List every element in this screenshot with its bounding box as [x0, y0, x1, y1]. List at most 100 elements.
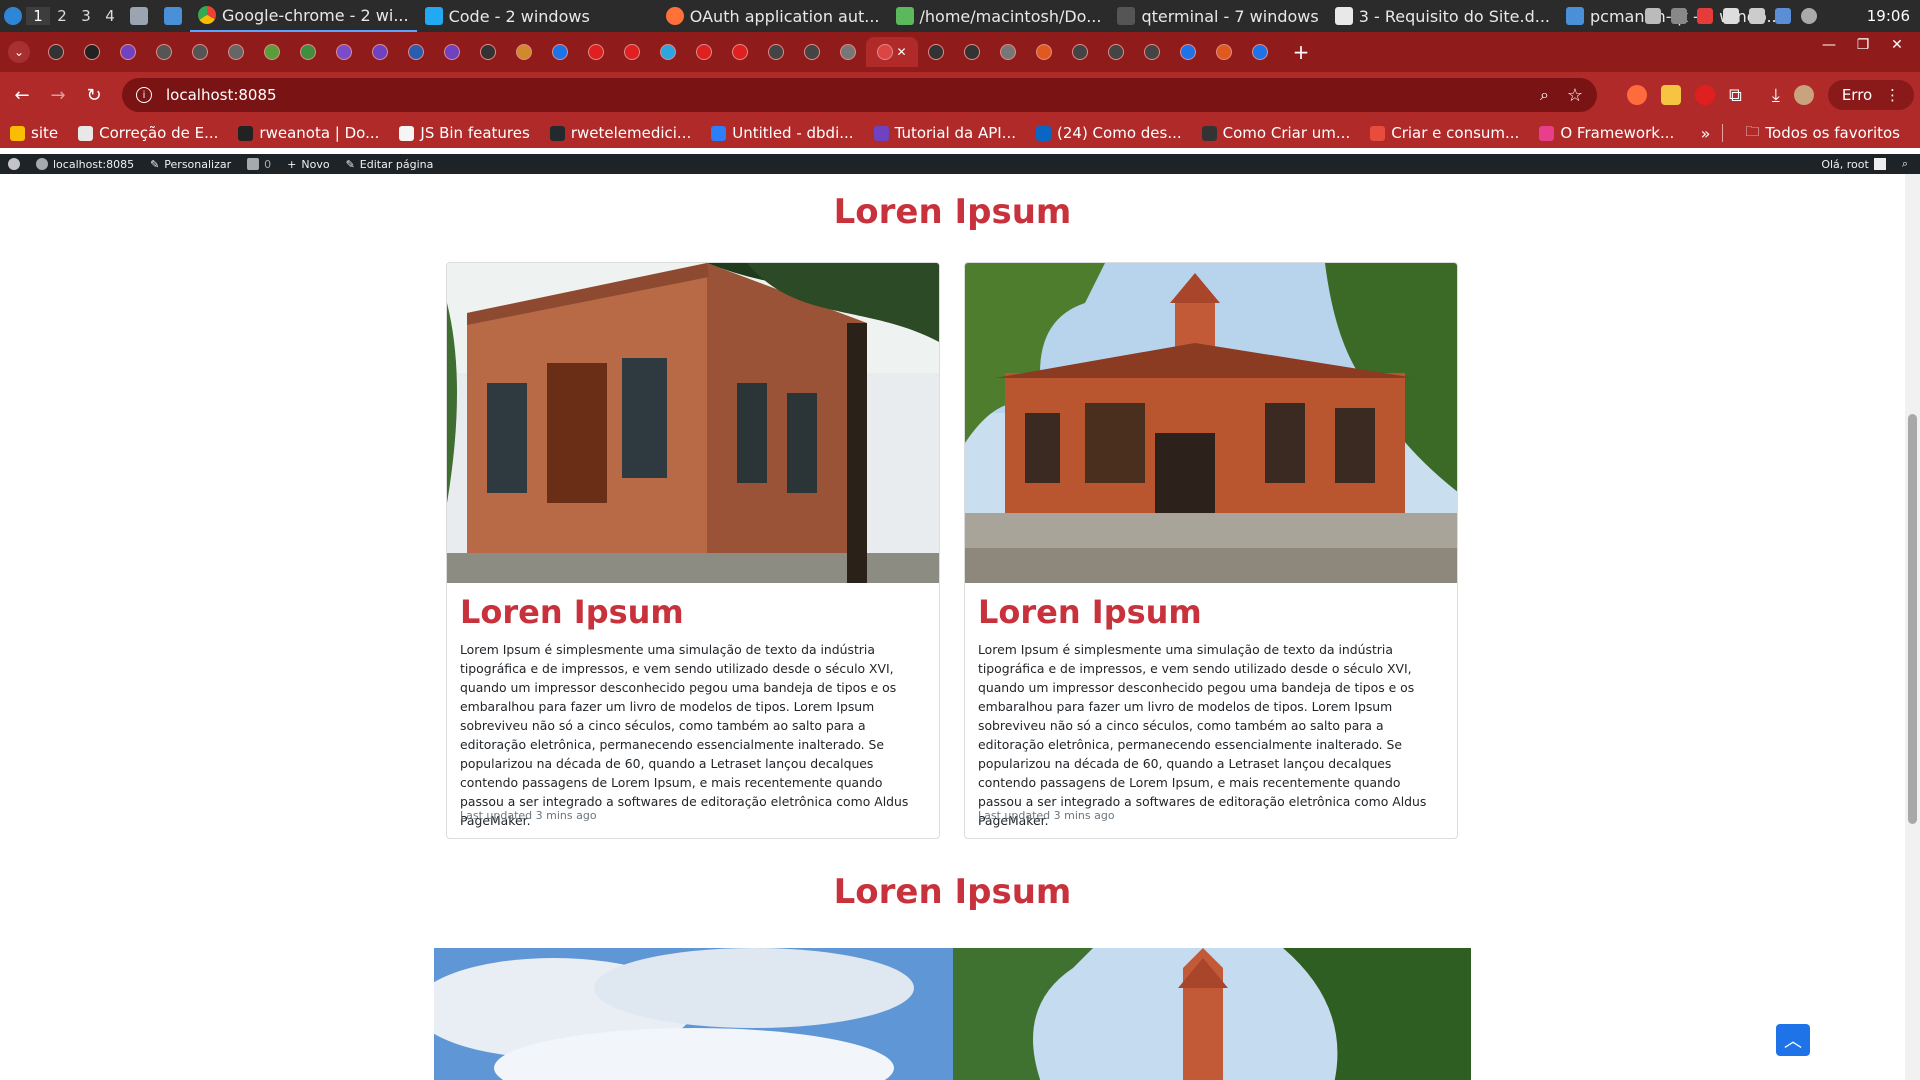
- taskbar-window-chrome[interactable]: Google-chrome - 2 wi...: [190, 0, 417, 32]
- browser-tab[interactable]: [794, 37, 830, 67]
- bookmark-item[interactable]: site: [0, 124, 68, 142]
- menu-launcher-icon[interactable]: [0, 0, 26, 32]
- bookmark-item[interactable]: Correção de E...: [68, 124, 228, 142]
- wp-site-link[interactable]: localhost:8085: [28, 158, 142, 171]
- browser-tab[interactable]: ✕: [866, 37, 918, 67]
- browser-tab[interactable]: [38, 37, 74, 67]
- workspace-1[interactable]: 1: [26, 7, 50, 25]
- bookmark-item[interactable]: O Framework...: [1529, 124, 1684, 142]
- browser-tab[interactable]: [1134, 37, 1170, 67]
- browser-tab[interactable]: [290, 37, 326, 67]
- forward-arrow-icon[interactable]: →: [40, 77, 76, 113]
- tab-search-chevron-down-icon[interactable]: ⌄: [8, 41, 30, 63]
- browser-tab[interactable]: [470, 37, 506, 67]
- clock[interactable]: 19:06: [1867, 7, 1910, 25]
- page-scrollbar[interactable]: [1905, 174, 1920, 1080]
- bookmark-star-icon[interactable]: ☆: [1567, 85, 1583, 106]
- browser-tab[interactable]: [326, 37, 362, 67]
- taskbar-window-vscode[interactable]: Code - 2 windows: [417, 0, 598, 32]
- bookmark-item[interactable]: rwetelemedici...: [540, 124, 701, 142]
- wp-customize-link[interactable]: ✎ Personalizar: [142, 158, 239, 171]
- browser-tab[interactable]: [1026, 37, 1062, 67]
- extension-hand-icon[interactable]: [1694, 85, 1715, 105]
- browser-tab[interactable]: [1098, 37, 1134, 67]
- browser-tab[interactable]: [650, 37, 686, 67]
- browser-tab[interactable]: [218, 37, 254, 67]
- browser-tab[interactable]: [506, 37, 542, 67]
- taskbar-window-document[interactable]: 3 - Requisito do Site.d...: [1327, 0, 1558, 32]
- back-arrow-icon[interactable]: ←: [4, 77, 40, 113]
- browser-tab[interactable]: [1242, 37, 1278, 67]
- wifi-icon[interactable]: [1748, 8, 1765, 24]
- browser-tab[interactable]: [686, 37, 722, 67]
- all-bookmarks-folder[interactable]: 🗀 Todos os favoritos: [1735, 121, 1910, 145]
- browser-tab[interactable]: [830, 37, 866, 67]
- browser-tab[interactable]: [182, 37, 218, 67]
- browser-tab[interactable]: [1170, 37, 1206, 67]
- bookmark-item[interactable]: Criar e consum...: [1360, 124, 1529, 142]
- close-tab-icon[interactable]: ✕: [896, 45, 906, 59]
- browser-tab[interactable]: [918, 37, 954, 67]
- extension-fire-icon[interactable]: [1626, 85, 1647, 105]
- taskbar-window-firefox[interactable]: OAuth application aut...: [658, 0, 888, 32]
- desktop-launcher-icon[interactable]: [156, 0, 190, 32]
- bookmark-item[interactable]: (24) Como des...: [1026, 124, 1192, 142]
- browser-tab[interactable]: [1062, 37, 1098, 67]
- wp-search-icon[interactable]: ⌕: [1894, 157, 1920, 171]
- extensions-puzzle-icon[interactable]: ⧉: [1729, 85, 1742, 106]
- scrollbar-thumb[interactable]: [1908, 414, 1917, 824]
- anydesk-icon[interactable]: [1696, 8, 1713, 24]
- bookmark-item[interactable]: Tutorial da API...: [864, 124, 1026, 142]
- site-info-icon[interactable]: i: [136, 87, 152, 103]
- workspace-4[interactable]: 4: [98, 7, 122, 25]
- browser-tab[interactable]: [362, 37, 398, 67]
- browser-tab[interactable]: [254, 37, 290, 67]
- wp-edit-page-link[interactable]: ✎ Editar página: [338, 158, 442, 171]
- taskbar-window-terminal[interactable]: qterminal - 7 windows: [1109, 0, 1326, 32]
- browser-tab[interactable]: [722, 37, 758, 67]
- tray-app-icon[interactable]: [1644, 8, 1661, 24]
- restore-icon[interactable]: ❐: [1846, 37, 1880, 53]
- download-icon[interactable]: ⤓: [1772, 85, 1780, 106]
- browser-tab[interactable]: [954, 37, 990, 67]
- browser-tab[interactable]: [434, 37, 470, 67]
- bookmarks-overflow-chevron-icon[interactable]: »: [1701, 124, 1711, 143]
- wp-account-menu[interactable]: Olá, root: [1813, 158, 1894, 171]
- update-icon[interactable]: [1774, 8, 1791, 24]
- minimize-icon[interactable]: —: [1812, 37, 1846, 53]
- browser-tab[interactable]: [990, 37, 1026, 67]
- browser-tab[interactable]: [1206, 37, 1242, 67]
- bookmark-item[interactable]: rweanota | Do...: [228, 124, 389, 142]
- workspace-3[interactable]: 3: [74, 7, 98, 25]
- wordpress-logo-icon[interactable]: [0, 158, 28, 170]
- kebab-menu-icon[interactable]: ⋮: [1885, 86, 1900, 104]
- reload-icon[interactable]: ↻: [76, 77, 112, 113]
- bookmark-item[interactable]: JS Bin features: [389, 124, 539, 142]
- avatar[interactable]: [1793, 85, 1814, 105]
- browser-tab[interactable]: [542, 37, 578, 67]
- browser-tab[interactable]: [398, 37, 434, 67]
- browser-tab[interactable]: [758, 37, 794, 67]
- close-window-icon[interactable]: ✕: [1880, 37, 1914, 53]
- bookmark-item[interactable]: Como Criar um...: [1192, 124, 1361, 142]
- browser-tab[interactable]: [74, 37, 110, 67]
- taskbar-window-image-viewer[interactable]: /home/macintosh/Do...: [888, 0, 1110, 32]
- profile-error-button[interactable]: Erro ⋮: [1827, 80, 1914, 110]
- extension-square-icon[interactable]: [1660, 85, 1681, 105]
- clipboard-icon[interactable]: [1722, 8, 1739, 24]
- wp-new-link[interactable]: + Novo: [279, 158, 337, 171]
- volume-muted-icon[interactable]: [1670, 8, 1687, 24]
- bookmark-item[interactable]: Untitled - dbdi...: [701, 124, 863, 142]
- file-manager-launcher-icon[interactable]: [122, 0, 156, 32]
- address-bar[interactable]: i localhost:8085 ⌕ ☆: [122, 78, 1597, 112]
- workspace-2[interactable]: 2: [50, 7, 74, 25]
- browser-tab[interactable]: [614, 37, 650, 67]
- wp-comments-link[interactable]: 0: [239, 158, 279, 171]
- browser-tab[interactable]: [578, 37, 614, 67]
- new-tab-plus-icon[interactable]: +: [1284, 40, 1318, 64]
- back-to-top-chevron-up-icon[interactable]: ︿: [1776, 1024, 1810, 1056]
- browser-tab[interactable]: [110, 37, 146, 67]
- settings-icon[interactable]: [1800, 8, 1817, 24]
- browser-tab[interactable]: [146, 37, 182, 67]
- zoom-icon[interactable]: ⌕: [1540, 85, 1549, 105]
